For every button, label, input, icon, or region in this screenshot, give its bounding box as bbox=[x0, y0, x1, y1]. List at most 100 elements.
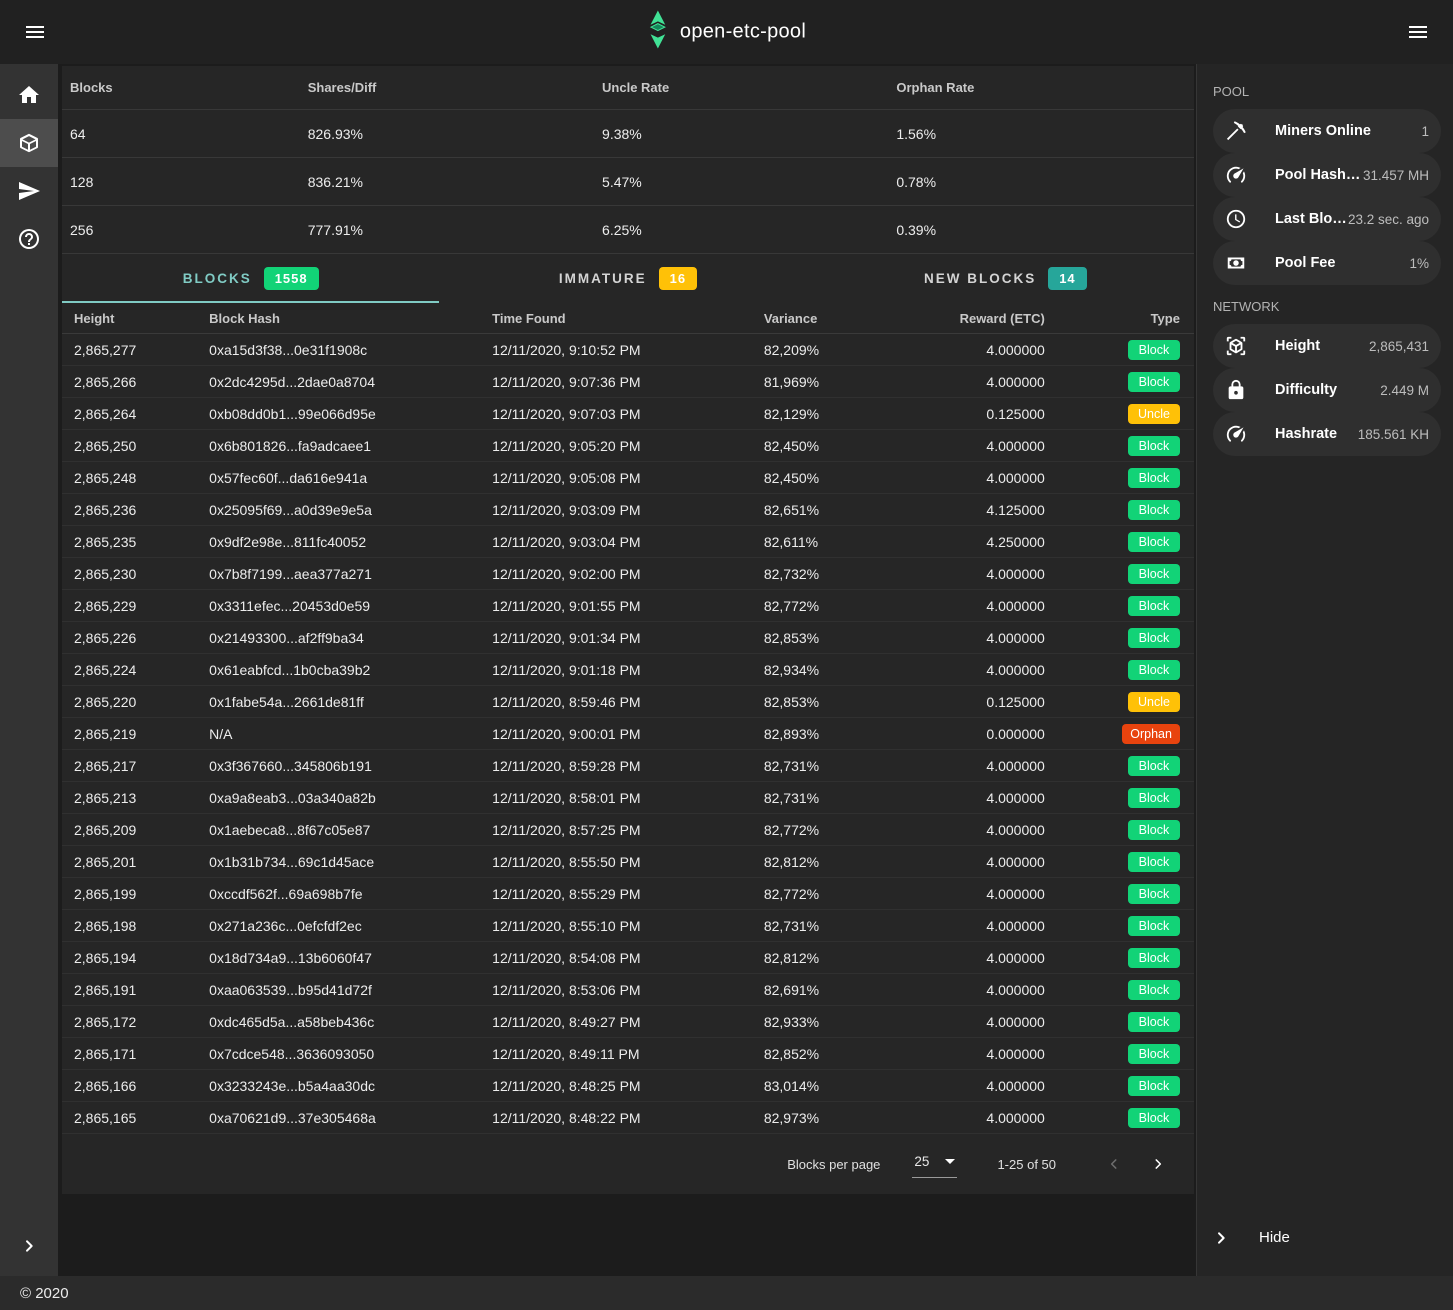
cell-height: 2,865,220 bbox=[62, 694, 209, 710]
table-row: 2,865,1980x271a236c...0efcfdf2ec12/11/20… bbox=[62, 910, 1194, 942]
help-circle-icon bbox=[17, 227, 41, 251]
sidebar-item-payments[interactable] bbox=[0, 167, 58, 215]
sidebar-expand-button[interactable] bbox=[0, 1238, 58, 1254]
tab-new-blocks[interactable]: NEW BLOCKS 14 bbox=[817, 254, 1194, 303]
cell-height: 2,865,277 bbox=[62, 342, 209, 358]
cell-height: 2,865,230 bbox=[62, 566, 209, 582]
stats-header-uncle: Uncle Rate bbox=[594, 80, 888, 95]
cell-type: Block bbox=[1047, 1076, 1194, 1096]
cell-block-hash: 0x61eabfcd...1b0cba39b2 bbox=[209, 662, 492, 678]
stats-cell: 64 bbox=[62, 126, 300, 142]
stat-network-hashrate: Hashrate 185.561 KH bbox=[1213, 412, 1441, 456]
cell-type: Block bbox=[1047, 500, 1194, 520]
cell-type: Block bbox=[1047, 916, 1194, 936]
tab-immature[interactable]: IMMATURE 16 bbox=[439, 254, 816, 303]
table-row: 2,865,1910xaa063539...b95d41d72f12/11/20… bbox=[62, 974, 1194, 1006]
cell-variance: 82,731% bbox=[764, 790, 911, 806]
table-row: 2,865,2660x2dc4295d...2dae0a870412/11/20… bbox=[62, 366, 1194, 398]
pagination-bar: Blocks per page 25 1-25 of 50 bbox=[62, 1134, 1194, 1194]
cell-reward: 4.000000 bbox=[911, 950, 1047, 966]
cell-reward: 4.250000 bbox=[911, 534, 1047, 550]
stat-label: Difficulty bbox=[1275, 382, 1337, 398]
cell-block-hash: 0x1b31b734...69c1d45ace bbox=[209, 854, 492, 870]
cell-block-hash: 0x271a236c...0efcfdf2ec bbox=[209, 918, 492, 934]
cell-block-hash: 0x3f367660...345806b191 bbox=[209, 758, 492, 774]
tab-bar: BLOCKS 1558 IMMATURE 16 NEW BLOCKS 14 bbox=[62, 254, 1194, 303]
table-row: 2,865,2240x61eabfcd...1b0cba39b212/11/20… bbox=[62, 654, 1194, 686]
type-badge: Uncle bbox=[1128, 404, 1180, 424]
cell-height: 2,865,217 bbox=[62, 758, 209, 774]
blocks-table-body: 2,865,2770xa15d3f38...0e31f1908c12/11/20… bbox=[62, 334, 1194, 1134]
hamburger-icon bbox=[1409, 26, 1427, 38]
cell-time-found: 12/11/2020, 8:49:27 PM bbox=[492, 1014, 764, 1030]
cell-reward: 4.000000 bbox=[911, 374, 1047, 390]
table-row: 2,865,1720xdc465d5a...a58beb436c12/11/20… bbox=[62, 1006, 1194, 1038]
type-badge: Block bbox=[1128, 820, 1180, 840]
type-badge: Block bbox=[1128, 628, 1180, 648]
cell-variance: 82,450% bbox=[764, 470, 911, 486]
cell-variance: 82,691% bbox=[764, 982, 911, 998]
hide-sidebar-button[interactable]: Hide bbox=[1197, 1217, 1453, 1258]
stats-cell: 6.25% bbox=[594, 222, 888, 238]
next-page-button[interactable] bbox=[1136, 1142, 1180, 1186]
hamburger-icon bbox=[26, 26, 44, 38]
type-badge: Block bbox=[1128, 1076, 1180, 1096]
stats-row: 256777.91%6.25%0.39% bbox=[62, 206, 1194, 254]
cell-height: 2,865,264 bbox=[62, 406, 209, 422]
cell-type: Block bbox=[1047, 980, 1194, 1000]
cell-reward: 4.125000 bbox=[911, 502, 1047, 518]
right-sidebar: POOL Miners Online 1 Pool Hashrate 31.45… bbox=[1196, 64, 1453, 1276]
sidebar-item-help[interactable] bbox=[0, 215, 58, 263]
cell-type: Block bbox=[1047, 660, 1194, 680]
cell-block-hash: 0xaa063539...b95d41d72f bbox=[209, 982, 492, 998]
cell-reward: 4.000000 bbox=[911, 1014, 1047, 1030]
left-menu-button[interactable] bbox=[14, 11, 56, 53]
sidebar-item-blocks[interactable] bbox=[0, 119, 58, 167]
cell-height: 2,865,250 bbox=[62, 438, 209, 454]
cube-scan-icon bbox=[1225, 335, 1247, 357]
cell-type: Orphan bbox=[1047, 724, 1194, 744]
cell-variance: 82,772% bbox=[764, 822, 911, 838]
type-badge: Block bbox=[1128, 436, 1180, 456]
cell-reward: 0.125000 bbox=[911, 406, 1047, 422]
cell-block-hash: 0x18d734a9...13b6060f47 bbox=[209, 950, 492, 966]
type-badge: Block bbox=[1128, 564, 1180, 584]
type-badge: Block bbox=[1128, 852, 1180, 872]
tab-blocks[interactable]: BLOCKS 1558 bbox=[62, 254, 439, 303]
cell-height: 2,865,266 bbox=[62, 374, 209, 390]
cell-type: Block bbox=[1047, 788, 1194, 808]
table-row: 2,865,219N/A12/11/2020, 9:00:01 PM82,893… bbox=[62, 718, 1194, 750]
per-page-select[interactable]: 25 bbox=[912, 1151, 957, 1178]
cell-type: Block bbox=[1047, 756, 1194, 776]
stat-label: Miners Online bbox=[1275, 123, 1371, 139]
type-badge: Block bbox=[1128, 948, 1180, 968]
prev-page-button[interactable] bbox=[1092, 1142, 1136, 1186]
cell-block-hash: 0xa70621d9...37e305468a bbox=[209, 1110, 492, 1126]
cell-block-hash: 0x6b801826...fa9adcaee1 bbox=[209, 438, 492, 454]
blocks-table-header: Height Block Hash Time Found Variance Re… bbox=[62, 303, 1194, 334]
stats-cell: 5.47% bbox=[594, 174, 888, 190]
cell-time-found: 12/11/2020, 8:54:08 PM bbox=[492, 950, 764, 966]
table-row: 2,865,2640xb08dd0b1...99e066d95e12/11/20… bbox=[62, 398, 1194, 430]
cell-time-found: 12/11/2020, 9:03:09 PM bbox=[492, 502, 764, 518]
stat-network-height: Height 2,865,431 bbox=[1213, 324, 1441, 368]
cell-time-found: 12/11/2020, 9:01:34 PM bbox=[492, 630, 764, 646]
cell-height: 2,865,194 bbox=[62, 950, 209, 966]
sidebar-item-home[interactable] bbox=[0, 71, 58, 119]
pickaxe-icon bbox=[1225, 120, 1247, 142]
stats-cell: 9.38% bbox=[594, 126, 888, 142]
stats-row: 128836.21%5.47%0.78% bbox=[62, 158, 1194, 206]
cell-block-hash: 0x21493300...af2ff9ba34 bbox=[209, 630, 492, 646]
blocks-card: Blocks Shares/Diff Uncle Rate Orphan Rat… bbox=[62, 66, 1194, 1194]
cell-reward: 4.000000 bbox=[911, 1110, 1047, 1126]
pool-section-title: POOL bbox=[1197, 70, 1453, 109]
cell-height: 2,865,201 bbox=[62, 854, 209, 870]
right-menu-button[interactable] bbox=[1397, 11, 1439, 53]
chevron-right-icon bbox=[21, 1238, 37, 1254]
type-badge: Block bbox=[1128, 468, 1180, 488]
cell-type: Block bbox=[1047, 468, 1194, 488]
cell-reward: 4.000000 bbox=[911, 886, 1047, 902]
cell-height: 2,865,224 bbox=[62, 662, 209, 678]
cell-time-found: 12/11/2020, 9:02:00 PM bbox=[492, 566, 764, 582]
cell-type: Block bbox=[1047, 948, 1194, 968]
